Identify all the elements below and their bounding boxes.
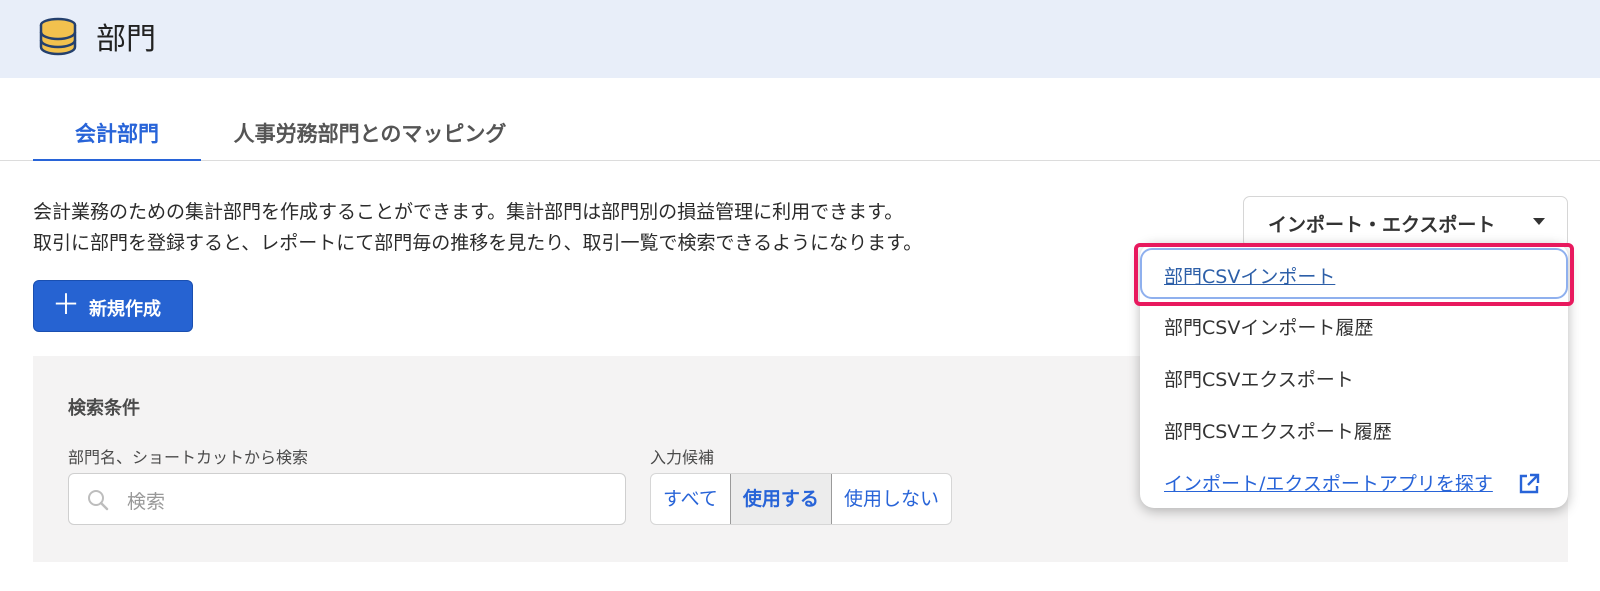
search-icon [88,490,109,511]
candidate-label: 入力候補 [650,448,715,467]
description-line-1: 会計業務のための集計部門を作成することができます。集計部門は部門別の損益管理に利… [33,201,904,223]
page-header: 部門 [0,0,1600,78]
tab-bar: 会計部門 人事労務部門とのマッピング [0,110,1600,161]
tab-accounting-department[interactable]: 会計部門 [33,118,201,161]
external-link-icon [1519,473,1540,494]
description-line-2: 取引に部門を登録すると、レポートにて部門毎の推移を見たり、取引一覧で検索できるよ… [33,232,923,254]
new-create-label: 新規作成 [89,299,161,320]
menu-item-csv-export-history[interactable]: 部門CSVエクスポート履歴 [1164,417,1392,444]
tab-hr-mapping[interactable]: 人事労務部門とのマッピング [217,118,523,161]
menu-item-find-apps[interactable]: インポート/エクスポートアプリを探す [1164,469,1493,496]
new-create-button[interactable]: ＋ 新規作成 [33,280,193,332]
name-search-label: 部門名、ショートカットから検索 [68,448,309,467]
candidate-toggle: すべて 使用する 使用しない [650,473,952,525]
page-title: 部門 [96,22,156,57]
import-export-label: インポート・エクスポート [1268,214,1496,236]
highlight-box [1134,243,1574,306]
caret-down-icon [1533,218,1545,225]
search-panel-title: 検索条件 [68,398,140,419]
search-placeholder: 検索 [127,491,166,513]
menu-item-csv-import-history[interactable]: 部門CSVインポート履歴 [1164,313,1373,340]
description: 会計業務のための集計部門を作成することができます。集計部門は部門別の損益管理に利… [33,197,922,259]
menu-item-csv-export[interactable]: 部門CSVエクスポート [1164,365,1354,392]
plus-icon: ＋ [52,288,81,321]
candidate-use-option[interactable]: 使用する [729,474,832,524]
candidate-unused-option[interactable]: 使用しない [832,474,951,524]
candidate-all-option[interactable]: すべて [651,474,730,524]
search-input[interactable]: 検索 [68,473,626,525]
import-export-button[interactable]: インポート・エクスポート [1243,196,1568,248]
database-icon [39,17,77,56]
